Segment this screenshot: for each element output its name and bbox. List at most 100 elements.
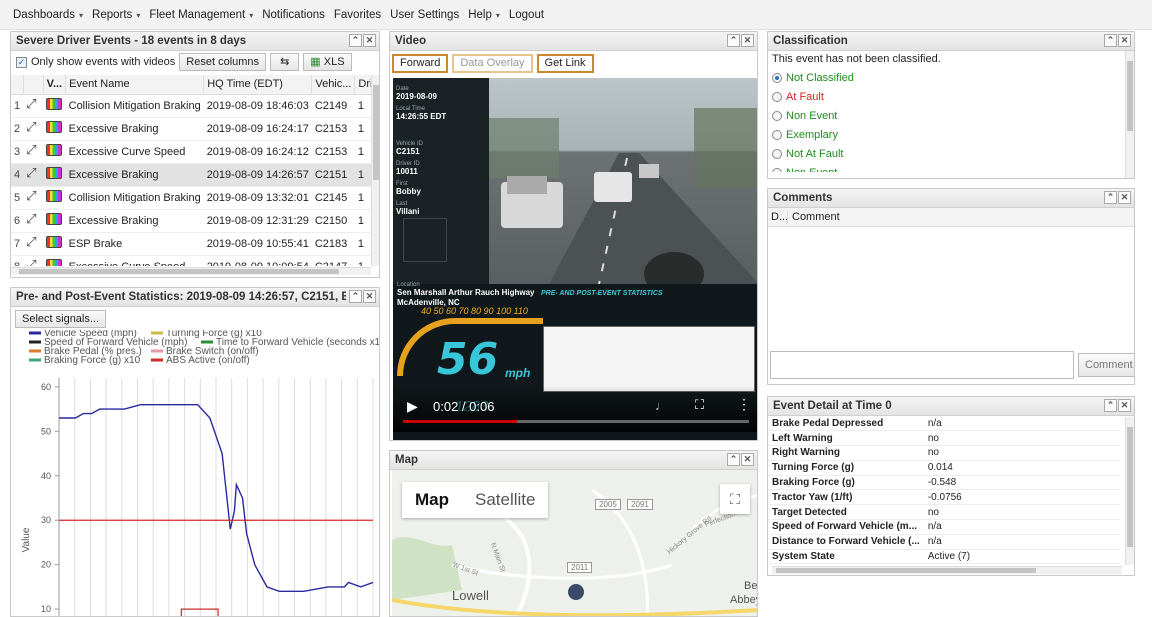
more-options-icon[interactable]: ⋮ [737,396,751,413]
classification-option[interactable]: Exemplary [768,125,1134,144]
table-row[interactable]: 1 Collision Mitigation Braking2019-08-09 … [11,94,371,118]
event-driver: 1 [354,209,371,233]
close-icon[interactable]: ✕ [741,34,754,47]
collapse-icon[interactable]: ⌃ [1104,191,1117,204]
comments-panel-title: Comments [773,192,833,204]
fullscreen-icon[interactable]: ⛶ [695,397,704,413]
radio-button[interactable] [772,72,782,83]
event-detail-scrollbar[interactable] [1125,417,1134,565]
expand-icon[interactable] [26,142,40,158]
menu-item-logout[interactable]: Logout [509,9,544,21]
video-time: 0:02 / 0:06 [433,399,495,414]
satellite-tab[interactable]: Satellite [462,482,548,518]
event-detail-horizontal-scrollbar[interactable] [772,566,1122,574]
video-icon[interactable] [46,121,63,133]
events-column-header[interactable]: HQ Time (EDT) [203,75,313,95]
classification-option[interactable]: Non Event [768,163,1134,172]
collapse-icon[interactable]: ⌃ [727,34,740,47]
collapse-icon[interactable]: ⌃ [349,34,362,47]
collapse-icon[interactable]: ⌃ [1104,34,1117,47]
map-fullscreen-icon[interactable]: ⛶ [720,484,750,514]
add-comment-button[interactable]: Comment [1078,353,1134,377]
map-view[interactable]: Map Satellite 2005 2091 2011 Perfection … [392,470,757,616]
table-row[interactable]: 4 Excessive Braking2019-08-09 14:26:57C21… [11,163,371,187]
classification-option[interactable]: Not At Fault [768,144,1134,163]
classification-option-label: Not Classified [786,71,854,84]
menu-item-favorites[interactable]: Favorites [334,9,381,21]
only-videos-checkbox[interactable]: ✓ [16,56,27,68]
expand-icon[interactable] [26,188,40,204]
video-icon[interactable] [46,259,63,266]
expand-icon[interactable] [26,119,40,135]
expand-icon[interactable] [26,165,40,181]
radio-button[interactable] [772,148,782,159]
comments-date-column[interactable]: D... [768,211,788,223]
events-column-header[interactable] [23,75,44,95]
comment-input[interactable] [770,351,1074,379]
radio-button[interactable] [772,167,782,172]
select-signals-button[interactable]: Select signals... [15,310,107,328]
menu-item-dashboards[interactable]: Dashboards ▾ [13,9,83,21]
table-row[interactable]: 2 Excessive Braking2019-08-09 16:24:17C21… [11,117,371,141]
data-overlay-button[interactable]: Data Overlay [452,54,533,73]
video-icon[interactable] [46,98,63,110]
expand-icon[interactable] [26,96,40,112]
table-row[interactable]: 6 Excessive Braking2019-08-09 12:31:29C21… [11,209,371,233]
events-table: V...Event NameHQ Time (EDT)Vehic...Driv … [11,75,371,266]
volume-icon[interactable]: ♩ [655,398,668,413]
event-driver: 1 [354,163,371,187]
events-vertical-scrollbar[interactable] [371,75,379,266]
menu-item-user-settings[interactable]: User Settings [390,9,459,21]
menu-item-help[interactable]: Help ▾ [468,9,500,21]
menu-item-fleet-management[interactable]: Fleet Management ▾ [149,9,253,21]
get-link-button[interactable]: Get Link [536,54,594,73]
comments-comment-column[interactable]: Comment [788,211,840,223]
events-column-header[interactable] [11,75,24,95]
events-column-header[interactable]: V... [43,75,67,95]
forward-camera-button[interactable]: Forward [392,54,449,73]
close-icon[interactable]: ✕ [363,34,376,47]
table-row[interactable]: 8 Excessive Curve Speed2019-08-09 10:09:5… [11,255,371,266]
video-icon[interactable] [46,213,63,225]
menu-item-notifications[interactable]: Notifications [262,9,325,21]
classification-option[interactable]: Not Classified [768,68,1134,87]
collapse-icon[interactable]: ⌃ [1104,399,1117,412]
events-column-header[interactable]: Vehic... [311,75,356,95]
table-row[interactable]: 3 Excessive Curve Speed2019-08-09 16:24:1… [11,140,371,164]
expand-icon[interactable] [26,234,40,250]
xls-export-button[interactable]: ▦ XLS [303,53,352,71]
refresh-icon[interactable]: ⇆ [270,53,300,71]
video-icon[interactable] [46,190,63,202]
map-tab[interactable]: Map [402,482,462,518]
events-column-header[interactable]: Event Name [65,75,205,95]
classification-scrollbar[interactable] [1125,51,1134,178]
play-icon[interactable]: ▶ [407,398,418,415]
collapse-icon[interactable]: ⌃ [727,453,740,466]
close-icon[interactable]: ✕ [1118,399,1131,412]
classification-option[interactable]: Non Event [768,106,1134,125]
close-icon[interactable]: ✕ [741,453,754,466]
radio-button[interactable] [772,110,782,121]
detail-row: Speed of Forward Vehicle (m... n/a [768,519,1120,535]
expand-icon[interactable] [26,211,40,227]
close-icon[interactable]: ✕ [363,290,376,303]
video-icon[interactable] [46,167,63,179]
overlay-time: 14:26:55 EDT [396,112,447,121]
close-icon[interactable]: ✕ [1118,34,1131,47]
video-icon[interactable] [46,236,63,248]
radio-button[interactable] [772,91,782,102]
events-column-header[interactable]: Driv [354,75,371,95]
video-icon[interactable] [46,144,63,156]
table-row[interactable]: 7 ESP Brake2019-08-09 10:55:41C21831 [11,232,371,256]
expand-icon[interactable] [26,257,40,266]
video-progress-bar[interactable] [403,420,749,423]
table-row[interactable]: 5 Collision Mitigation Braking2019-08-09 … [11,186,371,210]
classification-option[interactable]: At Fault [768,87,1134,106]
reset-columns-button[interactable]: Reset columns [179,53,267,71]
video-player[interactable]: Date 2019-08-09 Local Time 14:26:55 EDT … [393,78,757,440]
collapse-icon[interactable]: ⌃ [349,290,362,303]
events-horizontal-scrollbar[interactable] [11,267,371,275]
close-icon[interactable]: ✕ [1118,191,1131,204]
radio-button[interactable] [772,129,782,140]
menu-item-reports[interactable]: Reports ▾ [92,9,140,21]
